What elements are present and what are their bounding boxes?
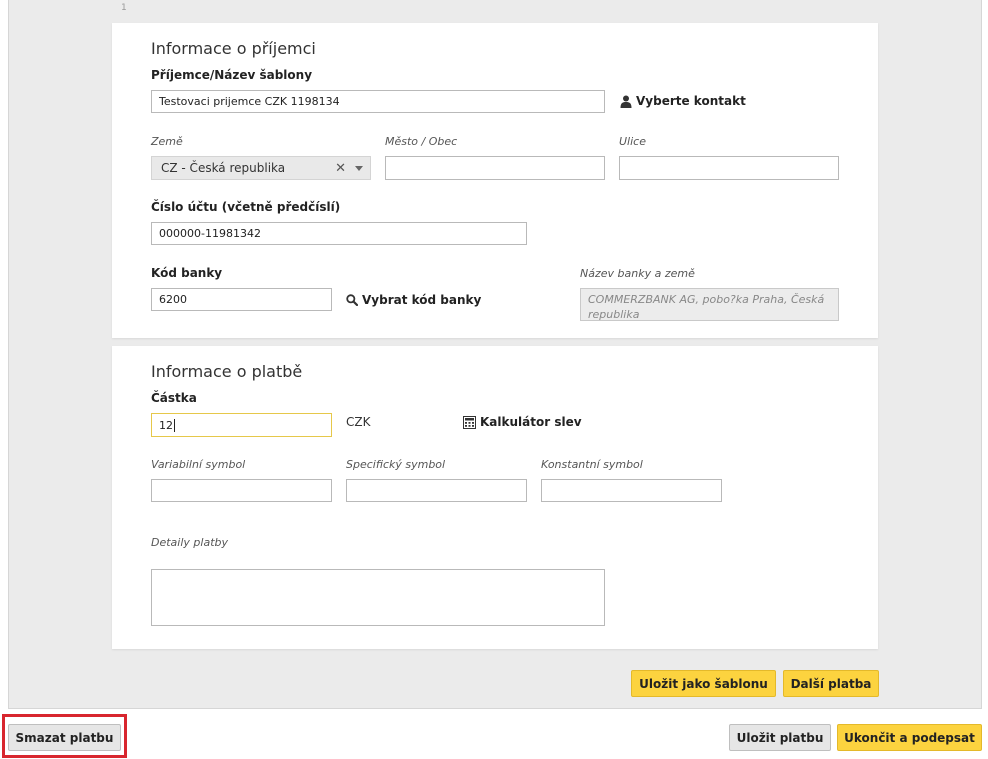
street-label: Ulice (619, 135, 646, 148)
specific-symbol-input[interactable] (346, 479, 527, 502)
amount-label: Částka (151, 391, 197, 405)
finish-and-sign-button[interactable]: Ukončit a podepsat (837, 724, 982, 751)
choose-contact-label: Vyberte kontakt (636, 94, 746, 108)
choose-contact-link[interactable]: Vyberte kontakt (620, 94, 746, 108)
amount-value: 12 (159, 418, 173, 432)
variable-symbol-input[interactable] (151, 479, 332, 502)
discount-calculator-link[interactable]: Kalkulátor slev (463, 415, 582, 429)
city-label: Město / Obec (385, 135, 458, 148)
amount-input[interactable]: 12 (151, 413, 332, 437)
recipient-section-title: Informace o příjemci (151, 39, 316, 58)
recipient-name-input[interactable]: Testovaci prijemce CZK 1198134 (151, 90, 605, 113)
search-icon (346, 294, 358, 306)
payment-panel: Informace o platbě Částka 12 CZK Kalkulá… (112, 346, 878, 649)
account-number-label: Číslo účtu (včetně předčíslí) (151, 200, 341, 214)
recipient-name-label: Příjemce/Název šablony (151, 68, 313, 82)
street-input[interactable] (619, 156, 839, 180)
city-input[interactable] (385, 156, 605, 180)
recipient-panel: Informace o příjemci Příjemce/Název šabl… (112, 23, 878, 338)
country-select[interactable]: CZ - Česká republika ✕ (151, 156, 371, 180)
bank-name-label: Název banky a země (580, 267, 695, 280)
save-as-template-button[interactable]: Uložit jako šablonu (631, 670, 776, 697)
constant-symbol-label: Konstantní symbol (541, 458, 643, 471)
payment-details-textarea[interactable] (151, 569, 605, 626)
discount-calculator-label: Kalkulátor slev (480, 415, 582, 429)
choose-bank-code-link[interactable]: Vybrat kód banky (346, 293, 481, 307)
chevron-down-icon[interactable] (355, 166, 363, 171)
clear-icon[interactable]: ✕ (335, 161, 346, 176)
account-number-input[interactable]: 000000-11981342 (151, 222, 527, 245)
variable-symbol-label: Variabilní symbol (151, 458, 246, 471)
calculator-icon (463, 415, 476, 429)
bank-name-field: COMMERZBANK AG, pobo?ka Praha, Česká rep… (580, 288, 839, 321)
country-value: CZ - Česká republika (161, 161, 286, 175)
save-payment-button[interactable]: Uložit platbu (729, 724, 831, 751)
next-payment-button[interactable]: Další platba (783, 670, 879, 697)
payment-section-title: Informace o platbě (151, 362, 303, 381)
bank-code-label: Kód banky (151, 266, 223, 280)
text-caret (174, 418, 175, 432)
currency-label: CZK (346, 415, 371, 429)
bank-code-input[interactable]: 6200 (151, 288, 332, 311)
specific-symbol-label: Specifický symbol (346, 458, 446, 471)
user-icon (620, 95, 632, 108)
choose-bank-code-label: Vybrat kód banky (362, 293, 482, 307)
payment-details-label: Detaily platby (151, 536, 228, 549)
delete-payment-button[interactable]: Smazat platbu (8, 724, 121, 751)
step-number: 1 (121, 3, 127, 13)
country-label: Země (151, 135, 183, 148)
constant-symbol-input[interactable] (541, 479, 722, 502)
